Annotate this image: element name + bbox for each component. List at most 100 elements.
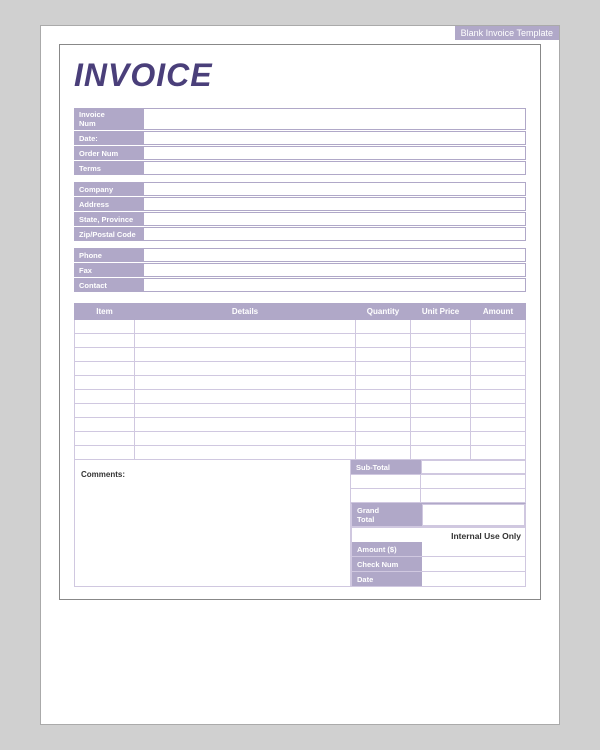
col-header-amount: Amount: [471, 304, 526, 320]
table-cell[interactable]: [471, 446, 526, 460]
table-cell[interactable]: [356, 334, 411, 348]
phone-value[interactable]: [144, 248, 526, 262]
table-cell[interactable]: [471, 418, 526, 432]
adjustment-row-1: [351, 475, 526, 489]
comments-section: Comments:: [74, 460, 351, 587]
grand-total-value[interactable]: [422, 504, 525, 526]
adj1-label: [351, 475, 421, 488]
col-header-details: Details: [135, 304, 356, 320]
invoice-num-label: InvoiceNum: [74, 108, 144, 130]
adj2-value[interactable]: [421, 489, 526, 502]
info-row-company: Company: [74, 182, 526, 196]
table-cell[interactable]: [135, 334, 356, 348]
terms-label: Terms: [74, 161, 144, 175]
table-cell[interactable]: [75, 404, 135, 418]
table-cell[interactable]: [356, 348, 411, 362]
table-cell[interactable]: [75, 334, 135, 348]
sub-total-label: Sub-Total: [351, 460, 421, 474]
table-cell[interactable]: [411, 334, 471, 348]
payment-row-date: Date: [352, 572, 525, 586]
check-num-value[interactable]: [422, 557, 525, 571]
table-cell[interactable]: [471, 334, 526, 348]
company-value[interactable]: [144, 182, 526, 196]
table-cell[interactable]: [135, 446, 356, 460]
table-cell[interactable]: [75, 432, 135, 446]
table-cell[interactable]: [356, 390, 411, 404]
table-cell[interactable]: [75, 320, 135, 334]
terms-value[interactable]: [144, 161, 526, 175]
table-cell[interactable]: [356, 376, 411, 390]
table-cell[interactable]: [411, 404, 471, 418]
info-row-order-num: Order Num: [74, 146, 526, 160]
table-cell[interactable]: [471, 320, 526, 334]
info-row-invoice-num: InvoiceNum: [74, 108, 526, 130]
table-cell[interactable]: [411, 390, 471, 404]
invoice-outer-border: INVOICE InvoiceNum Date: Order Num Terms: [59, 44, 541, 600]
address-label: Address: [74, 197, 144, 211]
table-cell[interactable]: [471, 362, 526, 376]
table-cell[interactable]: [411, 376, 471, 390]
table-row: [75, 362, 526, 376]
invoice-num-value[interactable]: [144, 108, 526, 130]
table-cell[interactable]: [135, 362, 356, 376]
table-cell[interactable]: [356, 362, 411, 376]
amount-label: Amount ($): [352, 542, 422, 556]
table-cell[interactable]: [135, 432, 356, 446]
table-cell[interactable]: [135, 404, 356, 418]
sub-total-row: Sub-Total: [351, 460, 526, 475]
table-cell[interactable]: [135, 320, 356, 334]
table-cell[interactable]: [471, 376, 526, 390]
table-row: [75, 376, 526, 390]
contact-info-block: Phone Fax Contact: [74, 248, 526, 293]
table-row: [75, 334, 526, 348]
table-cell[interactable]: [356, 320, 411, 334]
table-cell[interactable]: [411, 320, 471, 334]
table-cell[interactable]: [356, 404, 411, 418]
payment-row-amount: Amount ($): [352, 542, 525, 557]
adj1-value[interactable]: [421, 475, 526, 488]
table-cell[interactable]: [471, 432, 526, 446]
info-row-address: Address: [74, 197, 526, 211]
order-num-value[interactable]: [144, 146, 526, 160]
table-cell[interactable]: [75, 446, 135, 460]
table-cell[interactable]: [135, 418, 356, 432]
comments-label: Comments:: [81, 470, 125, 479]
table-cell[interactable]: [135, 390, 356, 404]
table-cell[interactable]: [471, 348, 526, 362]
table-row: [75, 446, 526, 460]
address-value[interactable]: [144, 197, 526, 211]
table-cell[interactable]: [471, 390, 526, 404]
table-cell[interactable]: [411, 348, 471, 362]
table-cell[interactable]: [411, 446, 471, 460]
sub-total-value[interactable]: [421, 460, 526, 474]
order-num-label: Order Num: [74, 146, 144, 160]
invoice-info-block: InvoiceNum Date: Order Num Terms: [74, 108, 526, 176]
state-value[interactable]: [144, 212, 526, 226]
table-cell[interactable]: [411, 418, 471, 432]
table-cell[interactable]: [411, 362, 471, 376]
table-cell[interactable]: [356, 418, 411, 432]
table-cell[interactable]: [75, 348, 135, 362]
template-label: Blank Invoice Template: [455, 26, 559, 40]
table-cell[interactable]: [356, 432, 411, 446]
table-row: [75, 404, 526, 418]
table-cell[interactable]: [135, 348, 356, 362]
table-cell[interactable]: [75, 362, 135, 376]
table-cell[interactable]: [411, 432, 471, 446]
fax-value[interactable]: [144, 263, 526, 277]
col-header-quantity: Quantity: [356, 304, 411, 320]
amount-value[interactable]: [422, 542, 525, 556]
zip-value[interactable]: [144, 227, 526, 241]
table-cell[interactable]: [135, 376, 356, 390]
table-cell[interactable]: [471, 404, 526, 418]
table-cell[interactable]: [356, 446, 411, 460]
payment-date-value[interactable]: [422, 572, 525, 586]
state-label: State, Province: [74, 212, 144, 226]
info-row-phone: Phone: [74, 248, 526, 262]
table-cell[interactable]: [75, 418, 135, 432]
table-cell[interactable]: [75, 390, 135, 404]
company-label: Company: [74, 182, 144, 196]
contact-value[interactable]: [144, 278, 526, 292]
date-value[interactable]: [144, 131, 526, 145]
table-cell[interactable]: [75, 376, 135, 390]
